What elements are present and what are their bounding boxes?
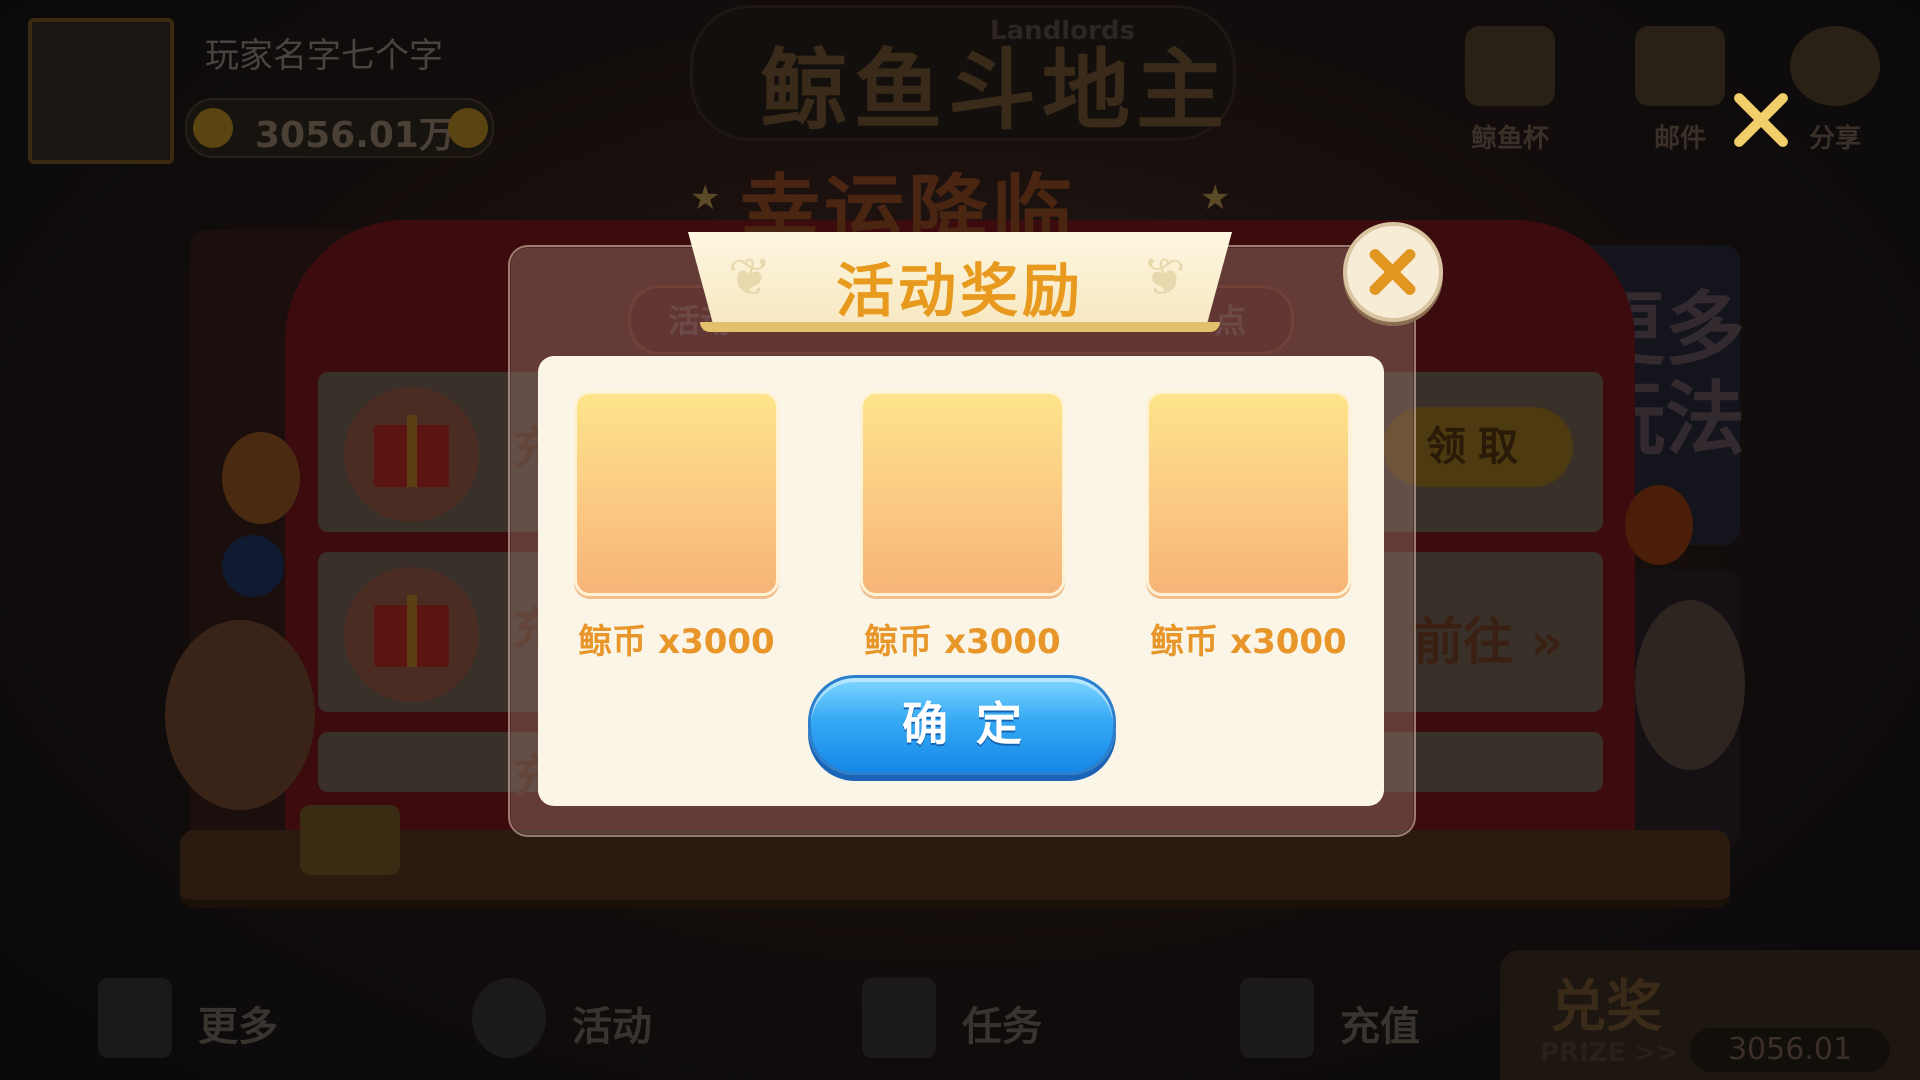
reward-tile xyxy=(860,391,1065,596)
nav-more-label: 更多 xyxy=(198,1004,278,1050)
gift-icon xyxy=(344,567,479,702)
coins-pile-decoration xyxy=(300,805,400,875)
confirm-button[interactable]: 确定 xyxy=(808,675,1116,775)
nav-activity[interactable]: 活动 xyxy=(472,960,672,1080)
nav-tasks-label: 任务 xyxy=(962,1004,1042,1050)
coin-balance: 3056.01万 xyxy=(185,98,494,158)
nav-tasks[interactable]: 任务 xyxy=(862,960,1062,1080)
coin-icon xyxy=(193,108,233,148)
stage-base xyxy=(180,830,1730,908)
trophy-button[interactable]: 鲸鱼杯 xyxy=(1445,18,1575,154)
coin-amount: 3056.01万 xyxy=(255,115,455,156)
reward-tile xyxy=(574,391,779,596)
star-icon: ★ xyxy=(1200,178,1231,218)
reward-label: 鲸币 x3000 xyxy=(864,622,1061,662)
nav-recharge-label: 充值 xyxy=(1340,1004,1420,1050)
trophy-label: 鲸鱼杯 xyxy=(1470,124,1549,154)
gift-ribbon xyxy=(407,595,417,667)
prize-title: 兑奖 xyxy=(1550,975,1662,1040)
share-icon xyxy=(1790,26,1880,106)
mail-icon xyxy=(1635,26,1725,106)
player-name: 玩家名字七个字 xyxy=(205,36,443,76)
balloon-decoration xyxy=(222,432,300,524)
prize-button[interactable]: 兑奖 PRIZE >> 3056.01 xyxy=(1500,950,1920,1080)
confirm-label: 确定 xyxy=(902,697,1050,751)
modal-close-button[interactable] xyxy=(1343,222,1443,322)
trophy-icon xyxy=(1465,26,1555,106)
prize-subtitle: PRIZE >> xyxy=(1540,1038,1678,1068)
modal-title: 活动奖励 xyxy=(835,257,1084,325)
task-list-icon xyxy=(862,978,936,1058)
reward-item: 鲸币 x3000 xyxy=(860,391,1065,663)
mail-label: 邮件 xyxy=(1653,124,1706,154)
star-icon: ★ xyxy=(690,178,721,218)
activity-icon xyxy=(472,978,546,1058)
mascot-character-left xyxy=(165,620,315,810)
grid-icon xyxy=(98,978,172,1058)
close-icon[interactable] xyxy=(1728,88,1792,152)
reward-label: 鲸币 x3000 xyxy=(578,622,775,662)
balloon-decoration xyxy=(222,535,284,597)
top-bar: 玩家名字七个字 3056.01万 鲸鱼斗地主 Landlords 鲸鱼杯 邮件 … xyxy=(0,0,1920,170)
prize-amount: 3056.01 xyxy=(1690,1028,1890,1072)
mascot-character-right xyxy=(1635,600,1745,770)
game-logo-sub: Landlords xyxy=(990,16,1135,46)
add-coins-button[interactable] xyxy=(448,108,488,148)
balloon-decoration xyxy=(1625,485,1693,565)
reward-item: 鲸币 x3000 xyxy=(574,391,779,663)
reward-label: 鲸币 x3000 xyxy=(1150,622,1347,662)
nav-activity-label: 活动 xyxy=(572,1004,652,1050)
avatar[interactable] xyxy=(28,18,174,164)
mail-button[interactable]: 邮件 xyxy=(1615,18,1745,154)
gift-ribbon xyxy=(407,415,417,487)
nav-more[interactable]: 更多 xyxy=(98,960,298,1080)
reward-tile xyxy=(1146,391,1351,596)
cart-icon xyxy=(1240,978,1314,1058)
go-link[interactable]: 前往 » xyxy=(1413,602,1563,674)
gift-icon xyxy=(344,387,479,522)
nav-recharge[interactable]: 充值 xyxy=(1240,960,1440,1080)
reward-item: 鲸币 x3000 xyxy=(1146,391,1351,663)
